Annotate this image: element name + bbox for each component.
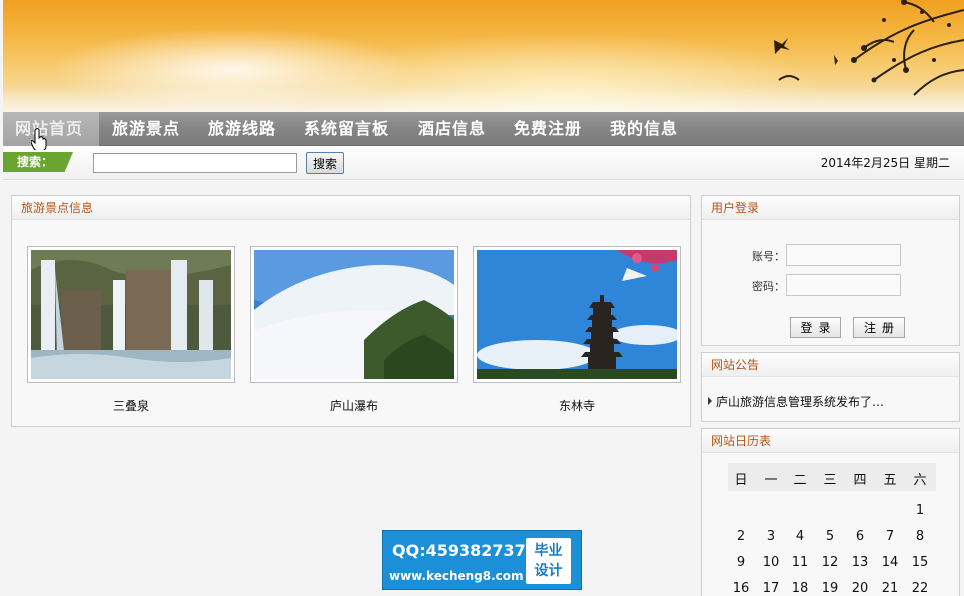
calendar-day[interactable]: 20 — [845, 581, 875, 596]
spot-thumbnail[interactable] — [473, 246, 681, 383]
watermark-badge: QQ:459382737 www.kecheng8.com 毕业 设计 — [382, 530, 582, 590]
bullet-arrow-icon — [708, 397, 712, 405]
calendar-day[interactable]: 15 — [905, 555, 935, 570]
search-label: 搜索： — [3, 152, 73, 172]
calendar-day[interactable]: 14 — [875, 555, 905, 570]
nav-my-info[interactable]: 我的信息 — [610, 112, 678, 146]
search-bar: 搜索： 搜索 2014年2月25日 星期二 — [3, 146, 964, 180]
calendar-day[interactable]: 9 — [726, 555, 756, 570]
panel-title: 旅游景点信息 — [12, 196, 690, 220]
nav-home[interactable]: 网站首页 — [3, 112, 99, 146]
notice-text[interactable]: 庐山旅游信息管理系统发布了… — [716, 395, 884, 409]
watermark-logo: 毕业 设计 — [526, 538, 571, 584]
weekday-label: 六 — [913, 473, 927, 488]
calendar-day[interactable]: 13 — [845, 555, 875, 570]
spot-caption[interactable]: 庐山瀑布 — [250, 397, 458, 414]
calendar-day[interactable]: 8 — [905, 529, 935, 544]
scenic-spots-panel: 旅游景点信息 三叠泉 庐山瀑布 东林寺 — [11, 195, 691, 427]
weekday-label: 三 — [823, 473, 837, 488]
nav-travel-routes[interactable]: 旅游线路 — [208, 112, 276, 146]
search-button[interactable]: 搜索 — [306, 152, 344, 174]
calendar-day[interactable]: 12 — [815, 555, 845, 570]
calendar-panel: 网站日历表 日 一 二 三 四 五 六 1 2 3 4 5 6 7 8 9 10… — [701, 428, 960, 596]
password-row: 密码： — [702, 274, 959, 296]
nav-free-register[interactable]: 免费注册 — [514, 112, 582, 146]
panel-title: 网站公告 — [702, 353, 959, 377]
nav-hotel-info[interactable]: 酒店信息 — [418, 112, 486, 146]
calendar-day[interactable]: 2 — [726, 529, 756, 544]
main-nav: 网站首页 旅游景点 旅游线路 系统留言板 酒店信息 免费注册 我的信息 — [3, 112, 964, 146]
bird-icon — [774, 38, 790, 54]
account-row: 账号： — [702, 244, 959, 266]
account-input[interactable] — [786, 244, 901, 266]
watermark-qq: QQ:459382737 — [392, 541, 526, 560]
calendar-day[interactable]: 19 — [815, 581, 845, 596]
current-date: 2014年2月25日 星期二 — [820, 156, 950, 170]
panel-title: 用户登录 — [702, 196, 959, 220]
weekday-label: 五 — [883, 473, 897, 488]
pagoda-image — [477, 250, 677, 379]
weekday-label: 四 — [853, 473, 867, 488]
waterfall-image — [31, 250, 231, 379]
header-banner — [3, 0, 964, 112]
calendar-day[interactable]: 17 — [756, 581, 786, 596]
calendar-day[interactable]: 5 — [815, 529, 845, 544]
password-label: 密码： — [752, 280, 785, 293]
calendar-day[interactable]: 11 — [785, 555, 815, 570]
calendar-day[interactable]: 4 — [785, 529, 815, 544]
calendar-day[interactable]: 6 — [845, 529, 875, 544]
watermark-url: www.kecheng8.com — [389, 569, 524, 583]
calendar-day[interactable]: 3 — [756, 529, 786, 544]
notice-item[interactable]: 庐山旅游信息管理系统发布了… — [708, 393, 884, 410]
spot-thumbnail[interactable] — [27, 246, 235, 383]
calendar-day[interactable]: 7 — [875, 529, 905, 544]
spot-caption[interactable]: 三叠泉 — [27, 397, 235, 414]
mountain-clouds-image — [254, 250, 454, 379]
hand-cursor-icon — [31, 128, 47, 150]
calendar-day[interactable]: 10 — [756, 555, 786, 570]
login-panel: 用户登录 账号： 密码： 登录 注册 — [701, 195, 960, 346]
spot-caption[interactable]: 东林寺 — [473, 397, 681, 414]
calendar-day[interactable]: 22 — [905, 581, 935, 596]
calendar-day[interactable]: 1 — [905, 503, 935, 518]
page: 网站首页 旅游景点 旅游线路 系统留言板 酒店信息 免费注册 我的信息 搜索： … — [0, 0, 964, 596]
spot-thumbnail[interactable] — [250, 246, 458, 383]
notice-panel: 网站公告 庐山旅游信息管理系统发布了… — [701, 352, 960, 422]
nav-scenic-spots[interactable]: 旅游景点 — [112, 112, 180, 146]
watermark-badge-line2: 设计 — [534, 563, 563, 579]
password-input[interactable] — [786, 274, 901, 296]
calendar-day[interactable]: 18 — [785, 581, 815, 596]
watermark-badge-line1: 毕业 — [534, 543, 563, 559]
login-button[interactable]: 登录 — [790, 317, 841, 338]
register-button[interactable]: 注册 — [853, 317, 905, 338]
weekday-label: 一 — [764, 473, 778, 488]
calendar-day[interactable]: 21 — [875, 581, 905, 596]
panel-title: 网站日历表 — [702, 429, 959, 453]
tree-branch-decoration — [774, 0, 964, 96]
account-label: 账号： — [752, 250, 785, 263]
search-input[interactable] — [93, 153, 297, 173]
calendar-day[interactable]: 16 — [726, 581, 756, 596]
nav-message-board[interactable]: 系统留言板 — [304, 112, 389, 146]
weekday-label: 日 — [734, 473, 748, 488]
weekday-label: 二 — [793, 473, 807, 488]
